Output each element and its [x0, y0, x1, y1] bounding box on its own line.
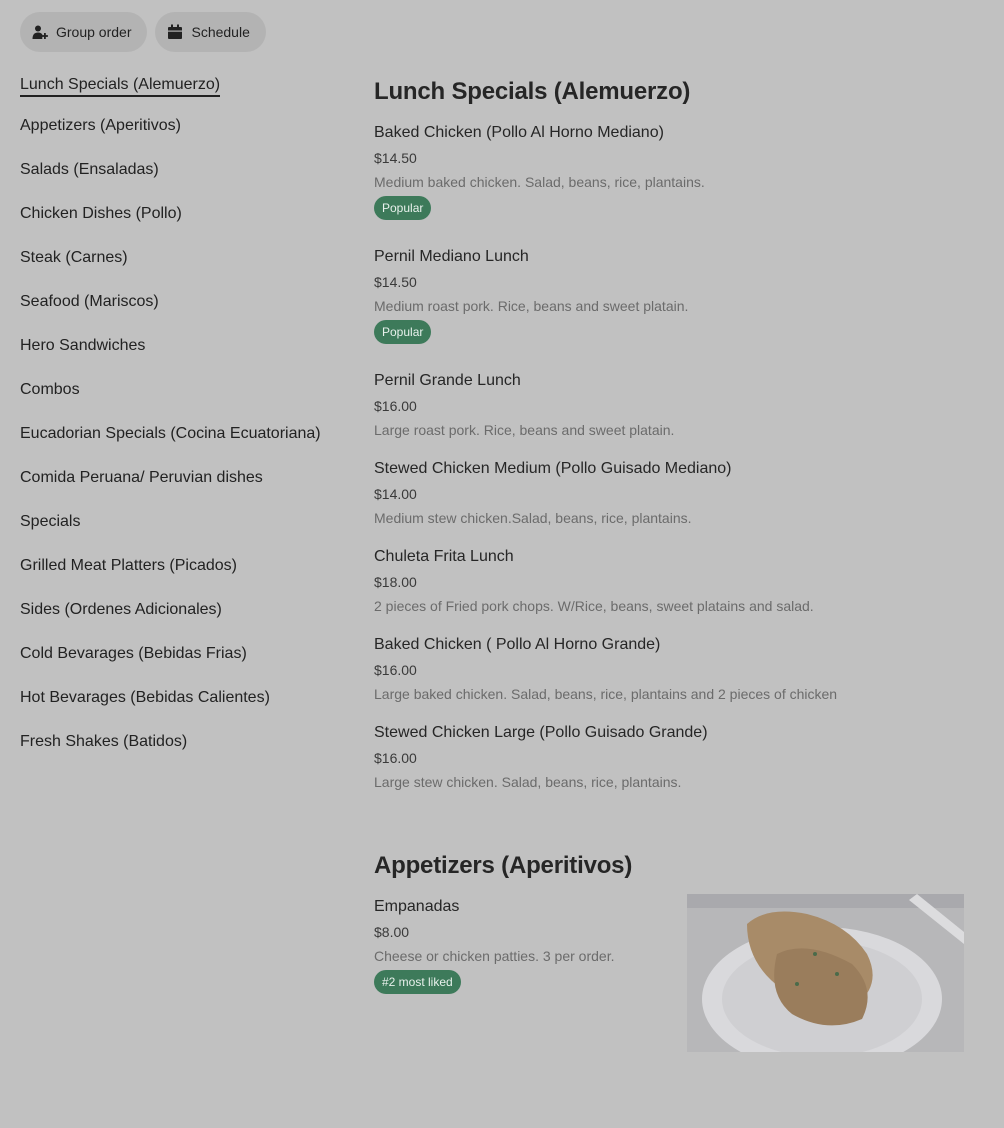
sidebar-item-label: Sides (Ordenes Adicionales): [20, 601, 222, 618]
sidebar-item-label: Lunch Specials (Alemuerzo): [20, 76, 221, 97]
sidebar-item[interactable]: Steak (Carnes): [20, 236, 326, 280]
sidebar-item[interactable]: Lunch Specials (Alemuerzo): [20, 70, 326, 104]
sidebar-item[interactable]: Comida Peruana/ Peruvian dishes: [20, 456, 326, 500]
section-title: Appetizers (Aperitivos): [374, 852, 633, 879]
item-description: Large stew chicken. Salad, beans, rice, …: [374, 774, 682, 790]
menu-item[interactable]: Empanadas $8.00 Cheese or chicken patties.…: [374, 894, 974, 1052]
empanadas-photo[interactable]: [687, 894, 964, 1052]
item-name: Chuleta Frita Lunch: [374, 548, 514, 565]
group-order-label: Group order: [56, 24, 132, 40]
menu-content: Lunch Specials (Alemuerzo) Baked Chicken …: [374, 70, 974, 1052]
item-badge: Popular: [374, 320, 432, 344]
item-price: $16.00: [374, 398, 417, 414]
sidebar-item-label: Steak (Carnes): [20, 249, 128, 266]
top-bar: Group order Schedule: [20, 12, 266, 52]
sidebar-item[interactable]: Hero Sandwiches: [20, 324, 326, 368]
item-name: Stewed Chicken Medium (Pollo Guisado Med…: [374, 460, 732, 477]
menu-item[interactable]: Baked Chicken (Pollo Al Horno Mediano) $1…: [374, 120, 974, 220]
item-description: Medium baked chicken. Salad, beans, rice…: [374, 174, 705, 190]
sidebar-item[interactable]: Appetizers (Aperitivos): [20, 104, 326, 148]
menu-item[interactable]: Stewed Chicken Large (Pollo Guisado Gran…: [374, 720, 974, 794]
sidebar-item[interactable]: Grilled Meat Platters (Picados): [20, 544, 326, 588]
menu-item[interactable]: Baked Chicken ( Pollo Al Horno Grande) $1…: [374, 632, 974, 706]
item-name: Pernil Grande Lunch: [374, 372, 521, 389]
item-badge: #2 most liked: [374, 970, 461, 994]
sidebar-item[interactable]: Sides (Ordenes Adicionales): [20, 588, 326, 632]
group-order-button[interactable]: Group order: [20, 12, 148, 52]
sidebar-item-label: Salads (Ensaladas): [20, 161, 159, 178]
schedule-label: Schedule: [191, 24, 250, 40]
add-person-icon: [32, 24, 48, 40]
item-price: $16.00: [374, 750, 417, 766]
item-description: Large roast pork. Rice, beans and sweet …: [374, 422, 675, 438]
item-price: $16.00: [374, 662, 417, 678]
sidebar-item-label: Comida Peruana/ Peruvian dishes: [20, 469, 263, 486]
sidebar-item[interactable]: Chicken Dishes (Pollo): [20, 192, 326, 236]
sidebar-item-label: Hero Sandwiches: [20, 337, 146, 354]
item-name: Stewed Chicken Large (Pollo Guisado Gran…: [374, 724, 708, 741]
item-price: $18.00: [374, 574, 417, 590]
sidebar-item[interactable]: Specials: [20, 500, 326, 544]
sidebar-item-label: Fresh Shakes (Batidos): [20, 733, 188, 750]
category-sidebar: Lunch Specials (Alemuerzo) Appetizers (Ap…: [20, 70, 326, 764]
sidebar-item-label: Cold Bevarages (Bebidas Frias): [20, 645, 247, 662]
sidebar-item[interactable]: Combos: [20, 368, 326, 412]
sidebar-item-label: Seafood (Mariscos): [20, 293, 159, 310]
sidebar-item[interactable]: Hot Bevarages (Bebidas Calientes): [20, 676, 326, 720]
sidebar-item-label: Chicken Dishes (Pollo): [20, 205, 182, 222]
item-description: Medium stew chicken.Salad, beans, rice, …: [374, 510, 692, 526]
sidebar-item[interactable]: Eucadorian Specials (Cocina Ecuatoriana): [20, 412, 326, 456]
menu-item[interactable]: Stewed Chicken Medium (Pollo Guisado Med…: [374, 456, 974, 530]
item-description: 2 pieces of Fried pork chops. W/Rice, be…: [374, 598, 814, 614]
item-price: $14.50: [374, 274, 417, 290]
item-name: Baked Chicken (Pollo Al Horno Mediano): [374, 124, 664, 141]
sidebar-item-label: Combos: [20, 381, 80, 398]
section-title: Lunch Specials (Alemuerzo): [374, 78, 691, 105]
sidebar-item[interactable]: Fresh Shakes (Batidos): [20, 720, 326, 764]
item-badge: Popular: [374, 196, 432, 220]
sidebar-item[interactable]: Salads (Ensaladas): [20, 148, 326, 192]
sidebar-item[interactable]: Cold Bevarages (Bebidas Frias): [20, 632, 326, 676]
item-description: Large baked chicken. Salad, beans, rice,…: [374, 686, 838, 702]
item-name: Pernil Mediano Lunch: [374, 248, 529, 265]
sidebar-item-label: Hot Bevarages (Bebidas Calientes): [20, 689, 270, 706]
item-price: $14.00: [374, 486, 417, 502]
calendar-icon: [167, 24, 183, 40]
menu-item[interactable]: Chuleta Frita Lunch $18.00 2 pieces of Fri…: [374, 544, 974, 618]
sidebar-item-label: Specials: [20, 513, 81, 530]
sidebar-item-label: Appetizers (Aperitivos): [20, 117, 181, 134]
item-price: $14.50: [374, 150, 417, 166]
sidebar-item-label: Eucadorian Specials (Cocina Ecuatoriana): [20, 425, 321, 442]
item-description: Medium roast pork. Rice, beans and sweet…: [374, 298, 689, 314]
menu-item[interactable]: Pernil Mediano Lunch $14.50 Medium roast p…: [374, 244, 974, 344]
sidebar-item[interactable]: Seafood (Mariscos): [20, 280, 326, 324]
schedule-button[interactable]: Schedule: [155, 12, 266, 52]
menu-item[interactable]: Pernil Grande Lunch $16.00 Large roast por…: [374, 368, 974, 442]
item-name: Baked Chicken ( Pollo Al Horno Grande): [374, 636, 661, 653]
sidebar-item-label: Grilled Meat Platters (Picados): [20, 557, 237, 574]
